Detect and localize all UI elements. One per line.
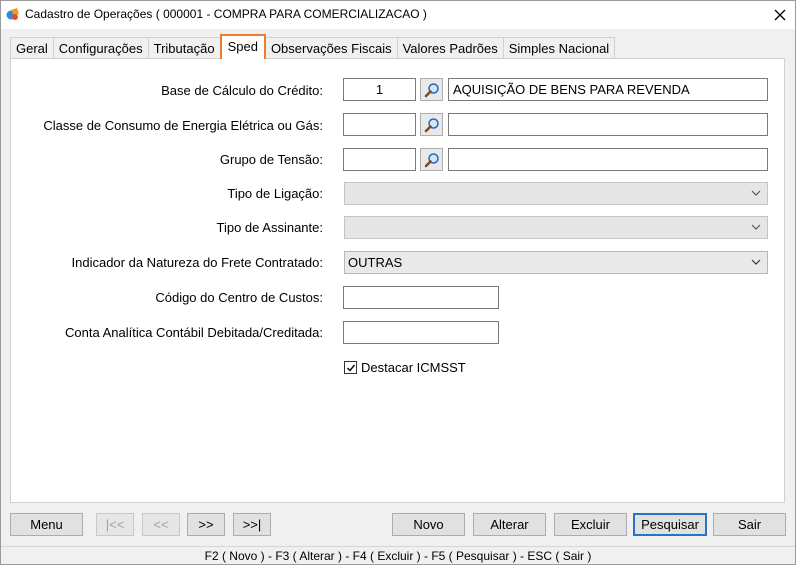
last-record-button[interactable]: >>| bbox=[233, 513, 271, 536]
magnifier-icon bbox=[424, 117, 439, 132]
magnifier-icon bbox=[424, 152, 439, 167]
classe-consumo-description-field[interactable] bbox=[448, 113, 768, 136]
tab-simples-nacional[interactable]: Simples Nacional bbox=[502, 37, 616, 59]
destacar-icmsst-checkbox[interactable] bbox=[344, 361, 357, 374]
grupo-tensao-code-input[interactable] bbox=[343, 148, 416, 171]
tab-observacoes-fiscais[interactable]: Observações Fiscais bbox=[264, 37, 398, 59]
base-calculo-description-field[interactable]: AQUISIÇÃO DE BENS PARA REVENDA bbox=[448, 78, 768, 101]
grupo-tensao-lookup-button[interactable] bbox=[420, 148, 443, 171]
chevron-down-icon bbox=[751, 224, 761, 230]
sair-button[interactable]: Sair bbox=[713, 513, 786, 536]
sped-panel: Base de Cálculo do Crédito: 1 AQUISIÇÃO … bbox=[10, 58, 785, 503]
centro-custos-label: Código do Centro de Custos: bbox=[155, 290, 323, 305]
alterar-button[interactable]: Alterar bbox=[473, 513, 546, 536]
pesquisar-button[interactable]: Pesquisar bbox=[633, 513, 707, 536]
natureza-frete-value: OUTRAS bbox=[348, 255, 403, 270]
checkmark-icon bbox=[346, 364, 355, 372]
grupo-tensao-label: Grupo de Tensão: bbox=[219, 152, 323, 167]
menu-button[interactable]: Menu bbox=[10, 513, 83, 536]
tab-tributacao[interactable]: Tributação bbox=[147, 37, 221, 59]
base-calculo-lookup-button[interactable] bbox=[420, 78, 443, 101]
tipo-ligacao-label: Tipo de Ligação: bbox=[227, 186, 323, 201]
tab-configuracoes[interactable]: Configurações bbox=[52, 37, 149, 59]
novo-button[interactable]: Novo bbox=[392, 513, 465, 536]
excluir-button[interactable]: Excluir bbox=[554, 513, 627, 536]
conta-analitica-label: Conta Analítica Contábil Debitada/Credit… bbox=[65, 325, 323, 340]
centro-custos-input[interactable] bbox=[343, 286, 499, 309]
destacar-icmsst-label: Destacar ICMSST bbox=[361, 360, 466, 375]
base-calculo-label: Base de Cálculo do Crédito: bbox=[161, 83, 323, 98]
previous-record-button[interactable]: << bbox=[142, 513, 180, 536]
app-logo-icon bbox=[6, 7, 20, 21]
chevron-down-icon bbox=[751, 259, 761, 265]
chevron-down-icon bbox=[751, 190, 761, 196]
base-calculo-code-input[interactable]: 1 bbox=[343, 78, 416, 101]
first-record-button[interactable]: |<< bbox=[96, 513, 134, 536]
tipo-ligacao-select[interactable] bbox=[344, 182, 768, 205]
tab-strip: Geral Configurações Tributação Sped Obse… bbox=[10, 34, 616, 59]
close-icon bbox=[774, 9, 786, 21]
conta-analitica-input[interactable] bbox=[343, 321, 499, 344]
tab-sped[interactable]: Sped bbox=[219, 34, 266, 59]
natureza-frete-select[interactable]: OUTRAS bbox=[344, 251, 768, 274]
tab-valores-padroes[interactable]: Valores Padrões bbox=[396, 37, 504, 59]
grupo-tensao-description-field[interactable] bbox=[448, 148, 768, 171]
shortcut-hint-bar: F2 ( Novo ) - F3 ( Alterar ) - F4 ( Excl… bbox=[1, 546, 795, 564]
natureza-frete-label: Indicador da Natureza do Frete Contratad… bbox=[71, 255, 323, 270]
classe-consumo-lookup-button[interactable] bbox=[420, 113, 443, 136]
tipo-assinante-label: Tipo de Assinante: bbox=[216, 220, 323, 235]
title-bar: Cadastro de Operações ( 000001 - COMPRA … bbox=[1, 1, 795, 29]
close-button[interactable] bbox=[765, 1, 795, 29]
tab-geral[interactable]: Geral bbox=[10, 37, 54, 59]
next-record-button[interactable]: >> bbox=[187, 513, 225, 536]
operations-window: Cadastro de Operações ( 000001 - COMPRA … bbox=[0, 0, 796, 565]
classe-consumo-code-input[interactable] bbox=[343, 113, 416, 136]
window-title: Cadastro de Operações ( 000001 - COMPRA … bbox=[25, 7, 427, 21]
magnifier-icon bbox=[424, 82, 439, 97]
tipo-assinante-select[interactable] bbox=[344, 216, 768, 239]
classe-consumo-label: Classe de Consumo de Energia Elétrica ou… bbox=[43, 118, 323, 133]
destacar-icmsst-checkbox-row[interactable]: Destacar ICMSST bbox=[344, 360, 466, 375]
